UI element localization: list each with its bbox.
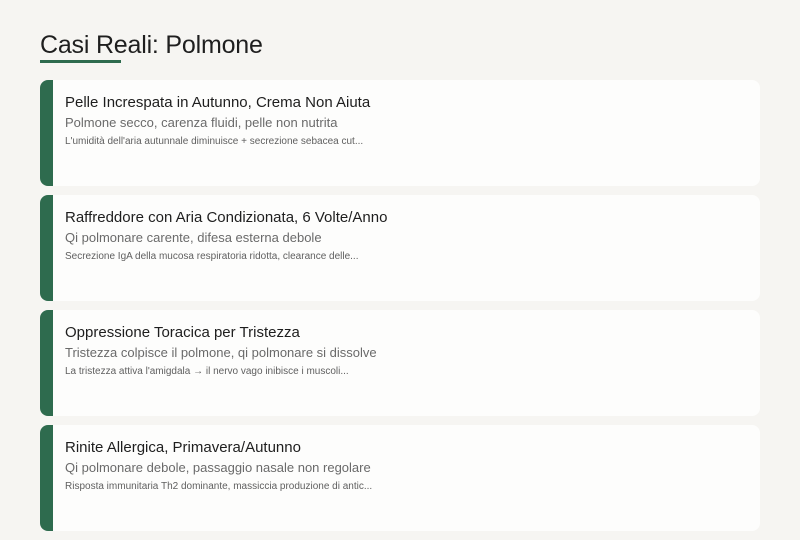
case-subtitle: Polmone secco, carenza fluidi, pelle non… bbox=[65, 115, 338, 130]
case-accent-bar bbox=[40, 195, 53, 301]
case-subtitle: Qi polmonare debole, passaggio nasale no… bbox=[65, 460, 371, 475]
case-subtitle: Tristezza colpisce il polmone, qi polmon… bbox=[65, 345, 377, 360]
case-card-air-conditioning-cold[interactable]: Raffreddore con Aria Condizionata, 6 Vol… bbox=[40, 195, 760, 301]
case-card-chest-tightness[interactable]: Oppressione Toracica per Tristezza Trist… bbox=[40, 310, 760, 416]
case-card-allergic-rhinitis[interactable]: Rinite Allergica, Primavera/Autunno Qi p… bbox=[40, 425, 760, 531]
case-body: Rinite Allergica, Primavera/Autunno Qi p… bbox=[65, 439, 744, 494]
case-body: Raffreddore con Aria Condizionata, 6 Vol… bbox=[65, 209, 744, 264]
page-header: Casi Reali: Polmone bbox=[40, 30, 263, 63]
case-list: Pelle Increspata in Autunno, Crema Non A… bbox=[40, 80, 760, 540]
case-body: Oppressione Toracica per Tristezza Trist… bbox=[65, 324, 744, 379]
case-card-autumn-skin[interactable]: Pelle Increspata in Autunno, Crema Non A… bbox=[40, 80, 760, 186]
title-underline bbox=[40, 60, 121, 63]
case-title: Raffreddore con Aria Condizionata, 6 Vol… bbox=[65, 209, 388, 226]
case-description: La tristezza attiva l'amigdala → il nerv… bbox=[65, 366, 349, 377]
page-title: Casi Reali: Polmone bbox=[40, 31, 263, 59]
case-description: Secrezione IgA della mucosa respiratoria… bbox=[65, 251, 359, 262]
case-title: Oppressione Toracica per Tristezza bbox=[65, 324, 300, 341]
case-title: Pelle Increspata in Autunno, Crema Non A… bbox=[65, 94, 371, 111]
case-accent-bar bbox=[40, 80, 53, 186]
case-subtitle: Qi polmonare carente, difesa esterna deb… bbox=[65, 230, 322, 245]
case-accent-bar bbox=[40, 425, 53, 531]
case-description: L'umidità dell'aria autunnale diminuisce… bbox=[65, 136, 364, 147]
case-description: Risposta immunitaria Th2 dominante, mass… bbox=[65, 481, 373, 492]
case-title: Rinite Allergica, Primavera/Autunno bbox=[65, 439, 301, 456]
case-body: Pelle Increspata in Autunno, Crema Non A… bbox=[65, 94, 744, 149]
case-accent-bar bbox=[40, 310, 53, 416]
